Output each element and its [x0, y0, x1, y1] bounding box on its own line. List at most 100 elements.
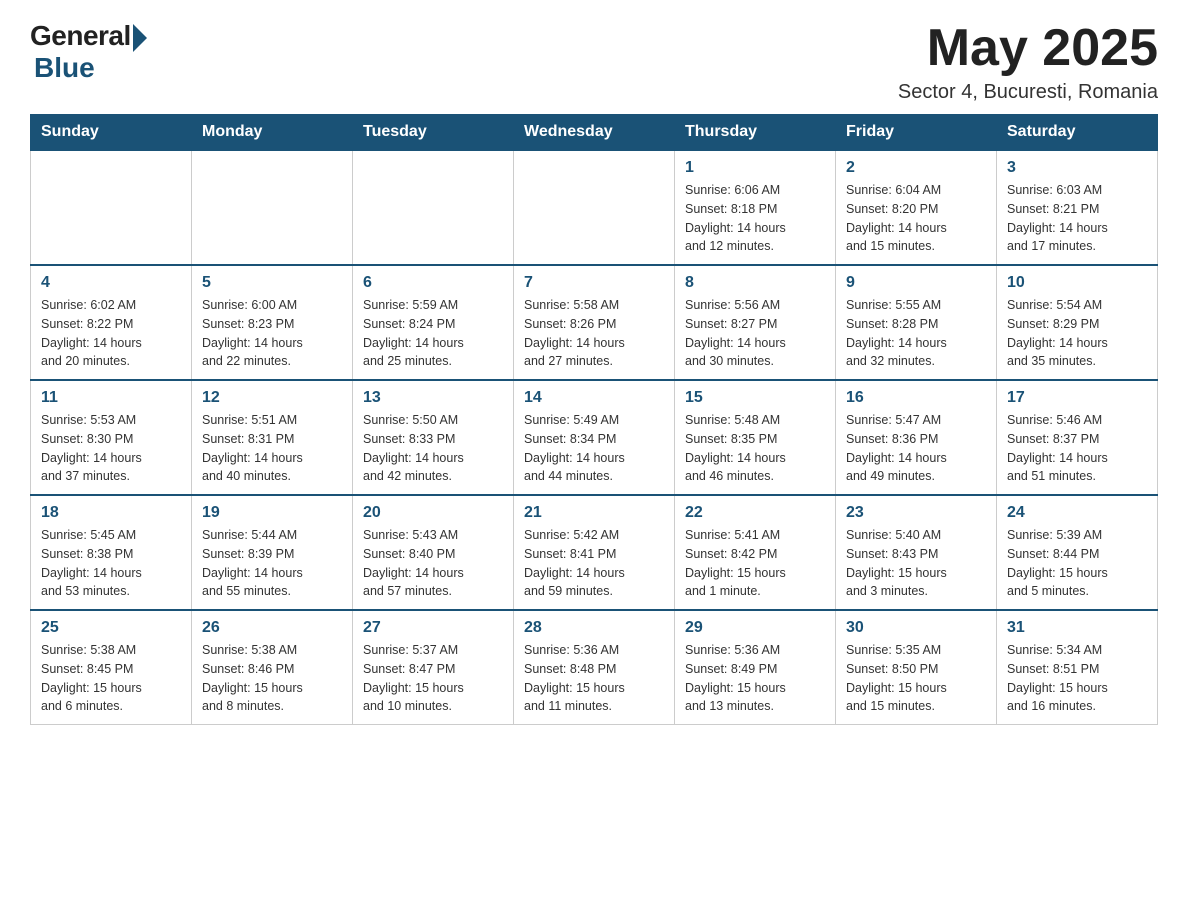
calendar-cell: 7Sunrise: 5:58 AMSunset: 8:26 PMDaylight… — [514, 265, 675, 380]
weekday-header-wednesday: Wednesday — [514, 115, 675, 151]
day-info: Sunrise: 5:56 AMSunset: 8:27 PMDaylight:… — [685, 296, 825, 371]
calendar-cell: 24 Sunrise: 5:39 AMSunset: 8:44 PMDayligh… — [997, 495, 1158, 610]
day-info: Sunrise: 5:38 AMSunset: 8:45 PMDaylight:… — [41, 641, 181, 716]
day-info: Sunrise: 5:36 AMSunset: 8:48 PMDaylight:… — [524, 641, 664, 716]
day-info: Sunrise: 5:34 AMSunset: 8:51 PMDaylight:… — [1007, 641, 1147, 716]
day-number: 14 — [524, 389, 664, 407]
calendar-header-row: SundayMondayTuesdayWednesdayThursdayFrid… — [31, 115, 1158, 151]
day-info: Sunrise: 5:48 AMSunset: 8:35 PMDaylight:… — [685, 411, 825, 486]
day-info: Sunrise: 5:50 AMSunset: 8:33 PMDaylight:… — [363, 411, 503, 486]
day-number: 31 — [1007, 619, 1147, 637]
day-info: Sunrise: 5:55 AMSunset: 8:28 PMDaylight:… — [846, 296, 986, 371]
calendar-cell: 20 Sunrise: 5:43 AMSunset: 8:40 PMDayligh… — [353, 495, 514, 610]
day-info: Sunrise: 5:43 AMSunset: 8:40 PMDaylight:… — [363, 526, 503, 601]
day-info: Sunrise: 5:39 AMSunset: 8:44 PMDaylight:… — [1007, 526, 1147, 601]
week-row-2: 4Sunrise: 6:02 AMSunset: 8:22 PMDaylight… — [31, 265, 1158, 380]
calendar-cell: 15 Sunrise: 5:48 AMSunset: 8:35 PMDayligh… — [675, 380, 836, 495]
day-number: 22 — [685, 504, 825, 522]
calendar-cell: 29 Sunrise: 5:36 AMSunset: 8:49 PMDayligh… — [675, 610, 836, 725]
day-number: 9 — [846, 274, 986, 292]
calendar-cell: 22 Sunrise: 5:41 AMSunset: 8:42 PMDayligh… — [675, 495, 836, 610]
weekday-header-sunday: Sunday — [31, 115, 192, 151]
logo-arrow-icon — [133, 24, 147, 52]
day-info: Sunrise: 6:03 AMSunset: 8:21 PMDaylight:… — [1007, 181, 1147, 256]
day-info: Sunrise: 5:51 AMSunset: 8:31 PMDaylight:… — [202, 411, 342, 486]
day-number: 7 — [524, 274, 664, 292]
day-number: 20 — [363, 504, 503, 522]
weekday-header-thursday: Thursday — [675, 115, 836, 151]
logo: General Blue — [30, 20, 147, 84]
day-number: 29 — [685, 619, 825, 637]
calendar-cell: 10 Sunrise: 5:54 AMSunset: 8:29 PMDayligh… — [997, 265, 1158, 380]
calendar-cell: 26Sunrise: 5:38 AMSunset: 8:46 PMDayligh… — [192, 610, 353, 725]
day-number: 15 — [685, 389, 825, 407]
day-info: Sunrise: 5:36 AMSunset: 8:49 PMDaylight:… — [685, 641, 825, 716]
day-info: Sunrise: 5:44 AMSunset: 8:39 PMDaylight:… — [202, 526, 342, 601]
calendar-cell: 2 Sunrise: 6:04 AMSunset: 8:20 PMDaylight… — [836, 150, 997, 265]
week-row-3: 11Sunrise: 5:53 AMSunset: 8:30 PMDayligh… — [31, 380, 1158, 495]
weekday-header-friday: Friday — [836, 115, 997, 151]
calendar-cell — [514, 150, 675, 265]
calendar-cell: 3 Sunrise: 6:03 AMSunset: 8:21 PMDaylight… — [997, 150, 1158, 265]
day-info: Sunrise: 5:35 AMSunset: 8:50 PMDaylight:… — [846, 641, 986, 716]
weekday-header-saturday: Saturday — [997, 115, 1158, 151]
calendar-cell — [192, 150, 353, 265]
calendar-cell: 25 Sunrise: 5:38 AMSunset: 8:45 PMDayligh… — [31, 610, 192, 725]
logo-blue-text: Blue — [34, 52, 95, 84]
calendar-cell — [31, 150, 192, 265]
week-row-5: 25 Sunrise: 5:38 AMSunset: 8:45 PMDayligh… — [31, 610, 1158, 725]
calendar-cell: 31 Sunrise: 5:34 AMSunset: 8:51 PMDayligh… — [997, 610, 1158, 725]
day-number: 23 — [846, 504, 986, 522]
day-info: Sunrise: 6:06 AMSunset: 8:18 PMDaylight:… — [685, 181, 825, 256]
day-info: Sunrise: 5:53 AMSunset: 8:30 PMDaylight:… — [41, 411, 181, 486]
day-number: 27 — [363, 619, 503, 637]
calendar-cell: 21Sunrise: 5:42 AMSunset: 8:41 PMDayligh… — [514, 495, 675, 610]
calendar-cell: 13Sunrise: 5:50 AMSunset: 8:33 PMDayligh… — [353, 380, 514, 495]
day-number: 6 — [363, 274, 503, 292]
day-number: 1 — [685, 159, 825, 177]
week-row-1: 1 Sunrise: 6:06 AMSunset: 8:18 PMDaylight… — [31, 150, 1158, 265]
day-number: 18 — [41, 504, 181, 522]
calendar-cell: 23Sunrise: 5:40 AMSunset: 8:43 PMDayligh… — [836, 495, 997, 610]
day-number: 19 — [202, 504, 342, 522]
location-subtitle: Sector 4, Bucuresti, Romania — [898, 81, 1158, 104]
calendar-cell: 6 Sunrise: 5:59 AMSunset: 8:24 PMDaylight… — [353, 265, 514, 380]
day-number: 25 — [41, 619, 181, 637]
day-info: Sunrise: 5:38 AMSunset: 8:46 PMDaylight:… — [202, 641, 342, 716]
day-info: Sunrise: 5:45 AMSunset: 8:38 PMDaylight:… — [41, 526, 181, 601]
day-number: 2 — [846, 159, 986, 177]
calendar-cell: 11Sunrise: 5:53 AMSunset: 8:30 PMDayligh… — [31, 380, 192, 495]
weekday-header-monday: Monday — [192, 115, 353, 151]
title-block: May 2025 Sector 4, Bucuresti, Romania — [898, 20, 1158, 104]
logo-general-text: General — [30, 20, 131, 52]
calendar-cell: 9 Sunrise: 5:55 AMSunset: 8:28 PMDaylight… — [836, 265, 997, 380]
day-info: Sunrise: 5:54 AMSunset: 8:29 PMDaylight:… — [1007, 296, 1147, 371]
day-number: 16 — [846, 389, 986, 407]
day-info: Sunrise: 5:59 AMSunset: 8:24 PMDaylight:… — [363, 296, 503, 371]
day-number: 24 — [1007, 504, 1147, 522]
calendar-cell: 19 Sunrise: 5:44 AMSunset: 8:39 PMDayligh… — [192, 495, 353, 610]
day-info: Sunrise: 5:41 AMSunset: 8:42 PMDaylight:… — [685, 526, 825, 601]
day-info: Sunrise: 6:02 AMSunset: 8:22 PMDaylight:… — [41, 296, 181, 371]
day-info: Sunrise: 5:49 AMSunset: 8:34 PMDaylight:… — [524, 411, 664, 486]
week-row-4: 18 Sunrise: 5:45 AMSunset: 8:38 PMDayligh… — [31, 495, 1158, 610]
calendar-cell: 17 Sunrise: 5:46 AMSunset: 8:37 PMDayligh… — [997, 380, 1158, 495]
calendar-cell: 4Sunrise: 6:02 AMSunset: 8:22 PMDaylight… — [31, 265, 192, 380]
calendar-cell: 18 Sunrise: 5:45 AMSunset: 8:38 PMDayligh… — [31, 495, 192, 610]
weekday-header-tuesday: Tuesday — [353, 115, 514, 151]
calendar-cell: 27Sunrise: 5:37 AMSunset: 8:47 PMDayligh… — [353, 610, 514, 725]
calendar-table: SundayMondayTuesdayWednesdayThursdayFrid… — [30, 114, 1158, 725]
month-year-title: May 2025 — [898, 20, 1158, 77]
calendar-cell: 1 Sunrise: 6:06 AMSunset: 8:18 PMDaylight… — [675, 150, 836, 265]
day-info: Sunrise: 5:46 AMSunset: 8:37 PMDaylight:… — [1007, 411, 1147, 486]
calendar-cell — [353, 150, 514, 265]
day-info: Sunrise: 5:47 AMSunset: 8:36 PMDaylight:… — [846, 411, 986, 486]
day-number: 8 — [685, 274, 825, 292]
day-number: 3 — [1007, 159, 1147, 177]
day-number: 10 — [1007, 274, 1147, 292]
day-info: Sunrise: 6:04 AMSunset: 8:20 PMDaylight:… — [846, 181, 986, 256]
calendar-cell: 8 Sunrise: 5:56 AMSunset: 8:27 PMDaylight… — [675, 265, 836, 380]
calendar-cell: 14 Sunrise: 5:49 AMSunset: 8:34 PMDayligh… — [514, 380, 675, 495]
day-info: Sunrise: 6:00 AMSunset: 8:23 PMDaylight:… — [202, 296, 342, 371]
day-number: 17 — [1007, 389, 1147, 407]
